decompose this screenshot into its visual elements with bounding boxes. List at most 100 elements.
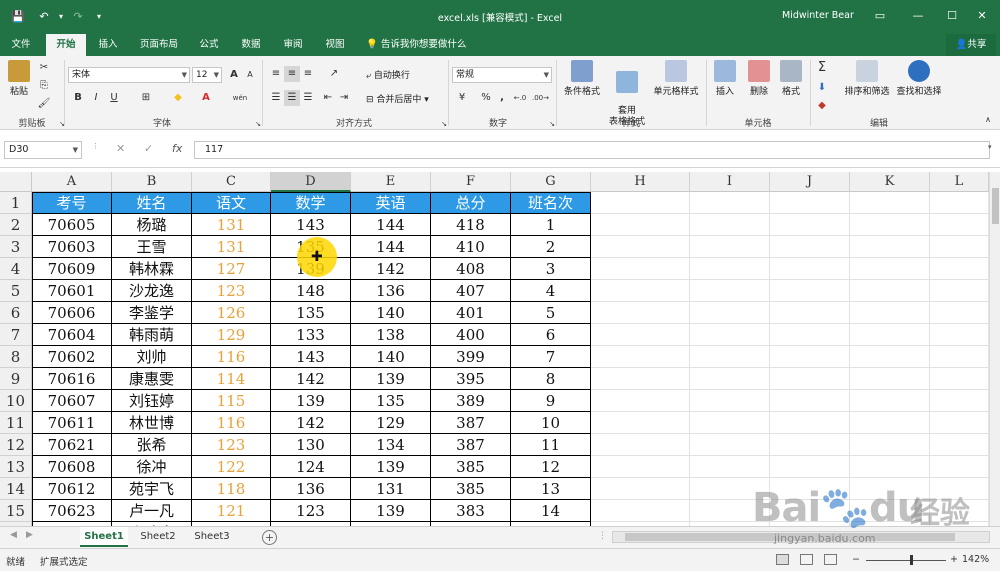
sort-filter-button[interactable]: 排序和筛选 — [842, 60, 892, 97]
table-cell[interactable]: 8 — [511, 368, 591, 390]
table-cell[interactable]: 407 — [431, 280, 511, 302]
font-size-select[interactable]: 12 ▼ — [192, 67, 222, 83]
table-cell[interactable]: 115 — [192, 390, 271, 412]
table-cell[interactable]: 408 — [431, 258, 511, 280]
clear-icon[interactable]: ◆ — [814, 98, 830, 114]
percent-button[interactable]: % — [478, 90, 494, 106]
number-format-select[interactable]: 常规 ▼ — [452, 67, 552, 83]
tab-review[interactable]: 审阅 — [276, 34, 310, 56]
italic-button[interactable]: I — [88, 90, 104, 106]
row-header-1[interactable]: 1 — [0, 192, 32, 214]
table-header-cell[interactable]: 英语 — [351, 192, 431, 214]
table-cell[interactable]: 韩林霖 — [112, 258, 192, 280]
table-cell[interactable]: 126 — [192, 302, 271, 324]
worksheet[interactable]: ABCDEFGHIJKL 12345678910111213141516 考号姓… — [0, 168, 1000, 526]
table-cell[interactable]: 张希 — [112, 434, 192, 456]
table-cell[interactable]: 11 — [511, 434, 591, 456]
table-cell[interactable]: 刘帅 — [112, 346, 192, 368]
fill-color-icon[interactable]: ◆ — [170, 90, 186, 106]
table-cell[interactable]: 韩雨萌 — [112, 324, 192, 346]
currency-icon[interactable]: ¥ — [454, 90, 470, 106]
customize-qat-icon[interactable]: ▾ — [94, 9, 104, 25]
table-cell[interactable]: 116 — [192, 412, 271, 434]
tab-file[interactable]: 文件 — [4, 34, 38, 56]
row-header-4[interactable]: 4 — [0, 258, 32, 280]
table-cell[interactable]: 沙龙逸 — [112, 280, 192, 302]
table-cell[interactable]: 2 — [511, 236, 591, 258]
table-cell[interactable]: 136 — [351, 280, 431, 302]
table-cell[interactable]: 70603 — [32, 236, 112, 258]
table-cell[interactable]: 418 — [431, 214, 511, 236]
table-cell[interactable]: 142 — [351, 258, 431, 280]
table-cell[interactable]: 70602 — [32, 346, 112, 368]
orientation-icon[interactable]: ↗ — [326, 66, 342, 82]
table-cell[interactable]: 杨璐 — [112, 214, 192, 236]
table-cell[interactable]: 14 — [511, 500, 591, 522]
table-header-cell[interactable]: 语文 — [192, 192, 271, 214]
table-cell[interactable]: 140 — [351, 346, 431, 368]
table-cell[interactable]: 148 — [271, 280, 351, 302]
table-cell[interactable]: 122 — [192, 456, 271, 478]
decrease-indent-icon[interactable]: ⇤ — [320, 90, 336, 106]
table-cell[interactable]: 129 — [192, 324, 271, 346]
normal-view-icon[interactable] — [776, 554, 789, 565]
table-cell[interactable]: 144 — [351, 236, 431, 258]
table-cell[interactable]: 387 — [431, 412, 511, 434]
vertical-scrollbar[interactable] — [989, 172, 1000, 526]
delete-cells-button[interactable]: 删除 — [744, 60, 774, 97]
expand-formula-icon[interactable]: ▾ — [988, 143, 992, 151]
table-cell[interactable]: 133 — [271, 324, 351, 346]
table-cell[interactable]: 徐冲 — [112, 456, 192, 478]
table-cell[interactable]: 4 — [511, 280, 591, 302]
table-cell[interactable]: 康惠雯 — [112, 368, 192, 390]
table-cell[interactable]: 131 — [192, 236, 271, 258]
align-center-icon[interactable]: ☰ — [284, 90, 300, 106]
table-cell[interactable]: 3 — [511, 258, 591, 280]
column-header-a[interactable]: A — [32, 172, 112, 192]
table-cell[interactable]: 142 — [271, 412, 351, 434]
table-cell[interactable]: 9 — [511, 390, 591, 412]
column-header-b[interactable]: B — [112, 172, 192, 192]
table-cell[interactable]: 131 — [351, 478, 431, 500]
formula-input[interactable]: 117 — [194, 141, 990, 159]
table-cell[interactable]: 395 — [431, 368, 511, 390]
font-color-icon[interactable]: A — [198, 90, 214, 106]
row-header-5[interactable]: 5 — [0, 280, 32, 302]
table-cell[interactable]: 70608 — [32, 456, 112, 478]
column-header-g[interactable]: G — [511, 172, 591, 192]
table-cell[interactable]: 142 — [271, 368, 351, 390]
table-cell[interactable]: 139 — [351, 368, 431, 390]
table-cell[interactable]: 6 — [511, 324, 591, 346]
sheet-tab-2[interactable]: Sheet2 — [134, 527, 182, 547]
tab-page-layout[interactable]: 页面布局 — [134, 34, 184, 56]
align-left-icon[interactable]: ☰ — [268, 90, 284, 106]
cell-styles-button[interactable]: 单元格样式 — [650, 60, 702, 97]
table-cell[interactable]: 121 — [192, 500, 271, 522]
table-cell[interactable]: 131 — [192, 214, 271, 236]
insert-function-icon[interactable]: fx — [172, 142, 182, 155]
table-cell[interactable]: 70604 — [32, 324, 112, 346]
select-all-corner[interactable] — [0, 172, 32, 192]
table-header-cell[interactable]: 考号 — [32, 192, 112, 214]
table-cell[interactable]: 70605 — [32, 214, 112, 236]
grow-font-icon[interactable]: A — [226, 67, 242, 83]
name-box[interactable]: D30 ▼ — [4, 141, 82, 159]
table-cell[interactable]: 389 — [431, 390, 511, 412]
zoom-slider-thumb[interactable] — [910, 555, 913, 565]
collapse-ribbon-icon[interactable]: ∧ — [980, 112, 996, 128]
column-header-c[interactable]: C — [192, 172, 271, 192]
increase-indent-icon[interactable]: ⇥ — [336, 90, 352, 106]
table-cell[interactable]: 124 — [271, 456, 351, 478]
row-header-6[interactable]: 6 — [0, 302, 32, 324]
table-cell[interactable]: 123 — [271, 500, 351, 522]
row-header-13[interactable]: 13 — [0, 456, 32, 478]
table-cell[interactable]: 135 — [351, 390, 431, 412]
table-cell[interactable]: 383 — [431, 500, 511, 522]
table-cell[interactable]: 138 — [351, 324, 431, 346]
table-cell[interactable]: 70623 — [32, 500, 112, 522]
column-header-i[interactable]: I — [690, 172, 770, 192]
table-cell[interactable]: 5 — [511, 302, 591, 324]
save-icon[interactable]: 💾 — [10, 9, 26, 25]
row-header-2[interactable]: 2 — [0, 214, 32, 236]
wrap-text-button[interactable]: ⤶ 自动换行 — [366, 68, 410, 81]
